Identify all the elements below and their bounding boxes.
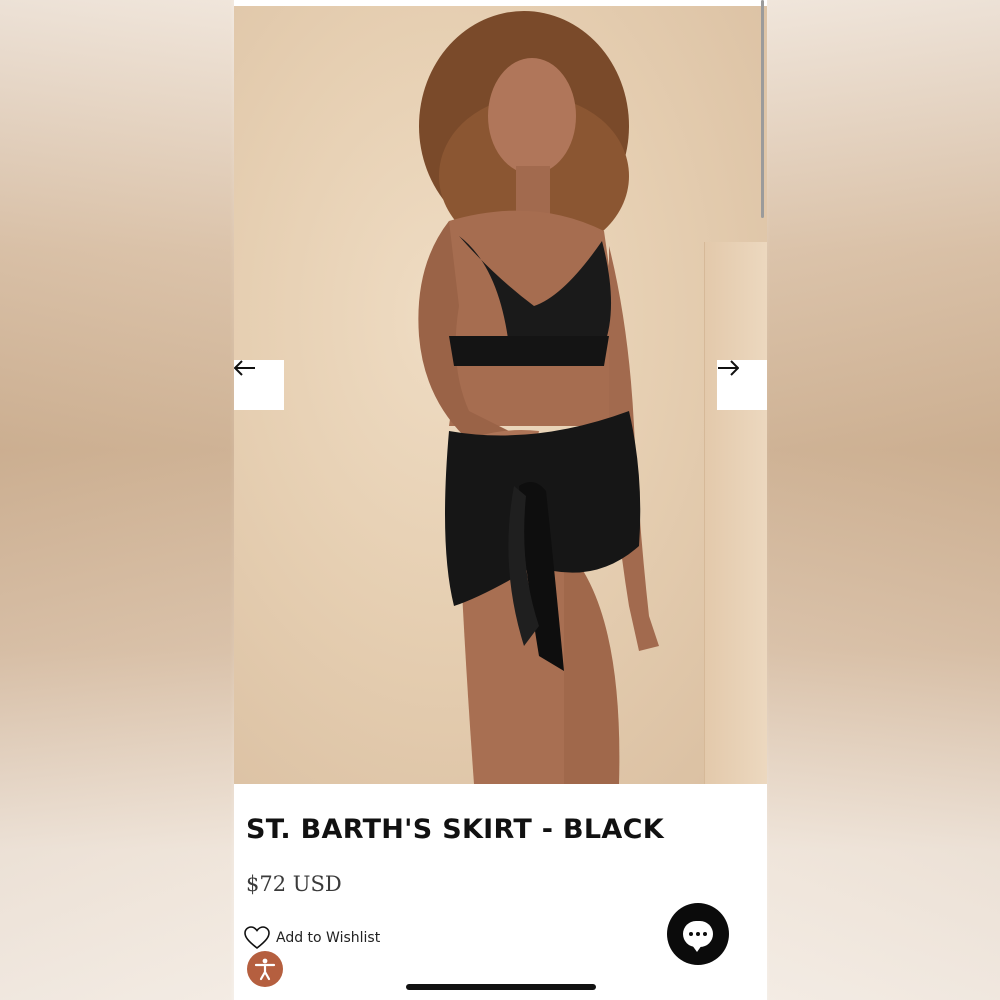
add-to-wishlist-button[interactable]: Add to Wishlist (244, 926, 380, 950)
accessibility-person-icon (254, 958, 276, 981)
product-title: ST. BARTH'S SKIRT - BLACK (246, 814, 664, 845)
product-price: $72 USD (246, 872, 342, 896)
arrow-right-icon (718, 360, 739, 376)
model-illustration (418, 11, 659, 784)
carousel-prev-button[interactable] (234, 360, 284, 410)
blurred-background-left (0, 0, 234, 1000)
chat-bubble-icon (683, 921, 713, 952)
carousel-next-button[interactable] (717, 360, 767, 410)
scrollbar[interactable] (761, 0, 764, 218)
product-image[interactable] (234, 6, 767, 784)
heart-icon (244, 926, 270, 950)
arrow-left-icon (234, 360, 255, 376)
chat-button[interactable] (667, 903, 729, 965)
home-indicator[interactable] (406, 984, 596, 990)
accessibility-button[interactable] (247, 951, 283, 987)
wishlist-label: Add to Wishlist (276, 930, 381, 946)
phone-screen: ST. BARTH'S SKIRT - BLACK $72 USD Add to… (234, 0, 767, 1000)
blurred-background-right (766, 0, 1000, 1000)
